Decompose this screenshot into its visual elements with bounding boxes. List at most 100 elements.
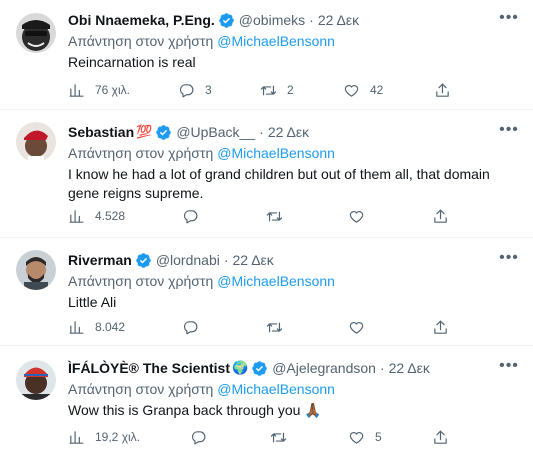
views-icon — [69, 430, 84, 444]
separator-dot: · — [223, 252, 229, 268]
more-icon[interactable]: ••• — [499, 358, 519, 380]
like-count: 5 — [375, 430, 382, 444]
reply-icon — [183, 320, 198, 334]
retweet-icon — [266, 211, 283, 221]
tweet-text: Wow this is Granpa back through you 🙏🏾 — [68, 402, 322, 418]
share-button[interactable] — [432, 317, 449, 337]
tweet-header: Obi Nnaemeka, P.Eng. @obimeks · 22 Δεκ — [68, 10, 517, 30]
tweet-text: I know he had a lot of grand children bu… — [68, 166, 490, 201]
views-button[interactable]: 19,2 χιλ. — [68, 427, 140, 447]
retweet-icon — [266, 322, 283, 332]
retweet-button[interactable] — [266, 206, 283, 226]
separator-dot: · — [379, 360, 385, 376]
user-handle[interactable]: @obimeks — [239, 10, 305, 30]
tweet-header: Riverman @lordnabi · 22 Δεκ — [68, 250, 517, 270]
like-button[interactable] — [348, 206, 365, 226]
views-icon — [69, 209, 84, 223]
retweet-button[interactable] — [270, 427, 287, 447]
mention-link[interactable]: @MichaelBensonn — [217, 145, 335, 161]
share-button[interactable] — [432, 206, 449, 226]
user-handle[interactable]: @lordnabi — [156, 250, 220, 270]
more-icon[interactable]: ••• — [499, 122, 519, 144]
mention-link[interactable]: @MichaelBensonn — [217, 381, 335, 397]
user-handle[interactable]: @UpBack__ — [176, 122, 255, 142]
tweet-header: Sebastian 💯 @UpBack__ · 22 Δεκ — [68, 122, 517, 142]
globe-emoji: 🌍 — [232, 360, 249, 375]
verified-badge-icon — [136, 252, 151, 268]
tweet-timestamp[interactable]: 22 Δεκ — [389, 358, 430, 378]
replying-to-label: Απάντηση στον χρήστη — [68, 381, 214, 397]
display-name[interactable]: ÌFÁLÒYÈ® The Scientist — [68, 358, 230, 378]
separator-dot: · — [309, 12, 314, 28]
like-icon — [349, 321, 364, 334]
more-icon[interactable]: ••• — [499, 10, 519, 32]
display-name[interactable]: Sebastian — [68, 122, 134, 142]
views-count: 76 χιλ. — [95, 83, 130, 97]
display-name[interactable]: Riverman — [68, 250, 132, 270]
share-button[interactable] — [432, 427, 449, 447]
tweet-header: ÌFÁLÒYÈ® The Scientist 🌍 @Ajelegrandson … — [68, 358, 517, 378]
replying-to: Απάντηση στον χρήστη @MichaelBensonn — [68, 31, 517, 51]
avatar[interactable] — [16, 250, 56, 290]
tweet[interactable]: Obi Nnaemeka, P.Eng. @obimeks · 22 Δεκ Α… — [0, 0, 533, 110]
like-count: 42 — [370, 83, 384, 97]
avatar[interactable] — [16, 13, 56, 53]
retweet-button[interactable] — [266, 317, 283, 337]
tweet[interactable]: ÌFÁLÒYÈ® The Scientist 🌍 @Ajelegrandson … — [0, 346, 533, 460]
display-name[interactable]: Obi Nnaemeka, P.Eng. — [68, 10, 215, 30]
tweet-actions: 76 χιλ. 3 2 42 — [68, 80, 451, 100]
mention-link[interactable]: @MichaelBensonn — [217, 273, 335, 289]
user-handle[interactable]: @Ajelegrandson — [272, 358, 376, 378]
reply-button[interactable] — [182, 317, 199, 337]
tweet[interactable]: Riverman @lordnabi · 22 Δεκ Απάντηση στο… — [0, 238, 533, 346]
tweet-actions: 4.528 — [68, 206, 448, 226]
avatar[interactable] — [16, 360, 56, 400]
reply-icon — [191, 430, 206, 444]
like-icon — [349, 210, 364, 223]
views-count: 8.042 — [95, 320, 126, 334]
reply-icon — [179, 83, 194, 97]
reply-button[interactable] — [182, 206, 199, 226]
replying-to: Απάντηση στον χρήστη @MichaelBensonn — [68, 143, 517, 163]
tweet-timestamp[interactable]: 22 Δεκ — [318, 10, 359, 30]
like-button[interactable]: 42 — [343, 80, 383, 100]
more-icon[interactable]: ••• — [499, 250, 519, 272]
views-button[interactable]: 8.042 — [68, 317, 125, 337]
tweet-text: Reincarnation is real — [68, 54, 196, 70]
verified-badge-icon — [156, 124, 172, 140]
retweet-button[interactable]: 2 — [260, 80, 294, 100]
share-button[interactable] — [434, 80, 451, 100]
replying-to: Απάντηση στον χρήστη @MichaelBensonn — [68, 379, 517, 399]
verified-badge-icon — [219, 12, 234, 28]
tweet-timestamp[interactable]: 22 Δεκ — [233, 250, 274, 270]
tweet-actions: 8.042 — [68, 317, 448, 337]
replying-to: Απάντηση στον χρήστη @MichaelBensonn — [68, 271, 517, 291]
reply-feed: Obi Nnaemeka, P.Eng. @obimeks · 22 Δεκ Α… — [0, 0, 533, 460]
share-icon — [434, 320, 447, 334]
like-icon — [344, 84, 359, 97]
views-button[interactable]: 4.528 — [68, 206, 125, 226]
tweet-timestamp[interactable]: 22 Δεκ — [268, 122, 309, 142]
views-count: 19,2 χιλ. — [95, 430, 140, 444]
reply-button[interactable] — [190, 427, 207, 447]
retweet-icon — [260, 85, 277, 95]
verified-badge-icon — [252, 360, 267, 376]
tweet-content: ÌFÁLÒYÈ® The Scientist 🌍 @Ajelegrandson … — [68, 358, 517, 420]
tweet-actions: 19,2 χιλ. 5 — [68, 427, 448, 447]
share-icon — [434, 209, 447, 223]
views-button[interactable]: 76 χιλ. — [68, 80, 130, 100]
views-count: 4.528 — [95, 209, 126, 223]
like-button[interactable] — [348, 317, 365, 337]
like-icon — [349, 431, 364, 444]
reply-button[interactable]: 3 — [178, 80, 212, 100]
tweet[interactable]: Sebastian 💯 @UpBack__ · 22 Δεκ Απάντηση … — [0, 110, 533, 238]
share-icon — [436, 83, 449, 97]
views-icon — [69, 320, 84, 334]
mention-link[interactable]: @MichaelBensonn — [217, 33, 335, 49]
avatar[interactable] — [16, 122, 56, 162]
retweet-count: 2 — [287, 83, 294, 97]
reply-count: 3 — [205, 83, 212, 97]
like-button[interactable]: 5 — [348, 427, 382, 447]
replying-to-label: Απάντηση στον χρήστη — [68, 273, 214, 289]
tweet-text: Little Ali — [68, 294, 117, 310]
